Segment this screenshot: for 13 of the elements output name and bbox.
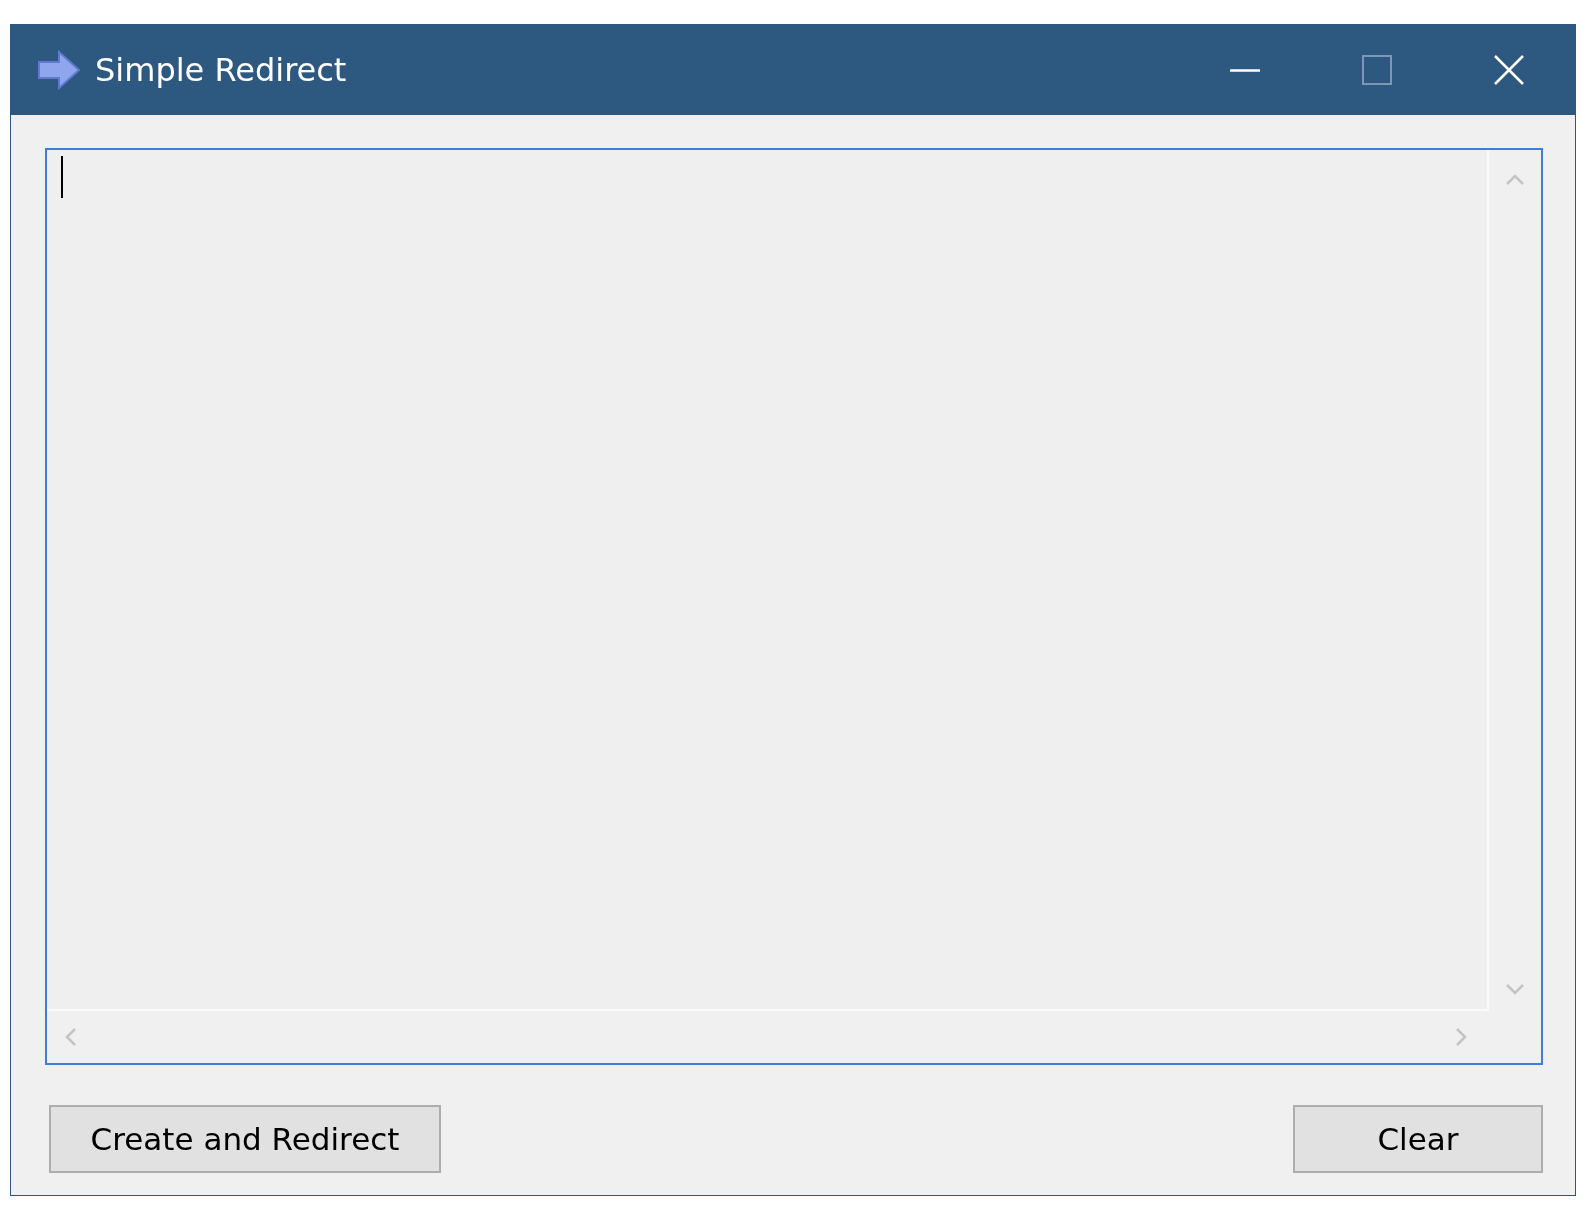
scroll-up-icon[interactable] [1505,174,1525,186]
maximize-icon [1362,55,1392,85]
scroll-left-icon[interactable] [65,1027,77,1047]
arrow-icon [37,50,81,90]
action-button[interactable]: Create and Redirect [49,1105,441,1173]
text-cursor [61,156,63,198]
minimize-icon [1230,68,1260,72]
scroll-right-icon[interactable] [1455,1027,1467,1047]
scroll-down-icon[interactable] [1505,983,1525,995]
text-area[interactable] [45,148,1543,1065]
close-icon [1494,55,1524,85]
action-button[interactable]: Clear [1293,1105,1543,1173]
window-title: Simple Redirect [95,51,347,89]
